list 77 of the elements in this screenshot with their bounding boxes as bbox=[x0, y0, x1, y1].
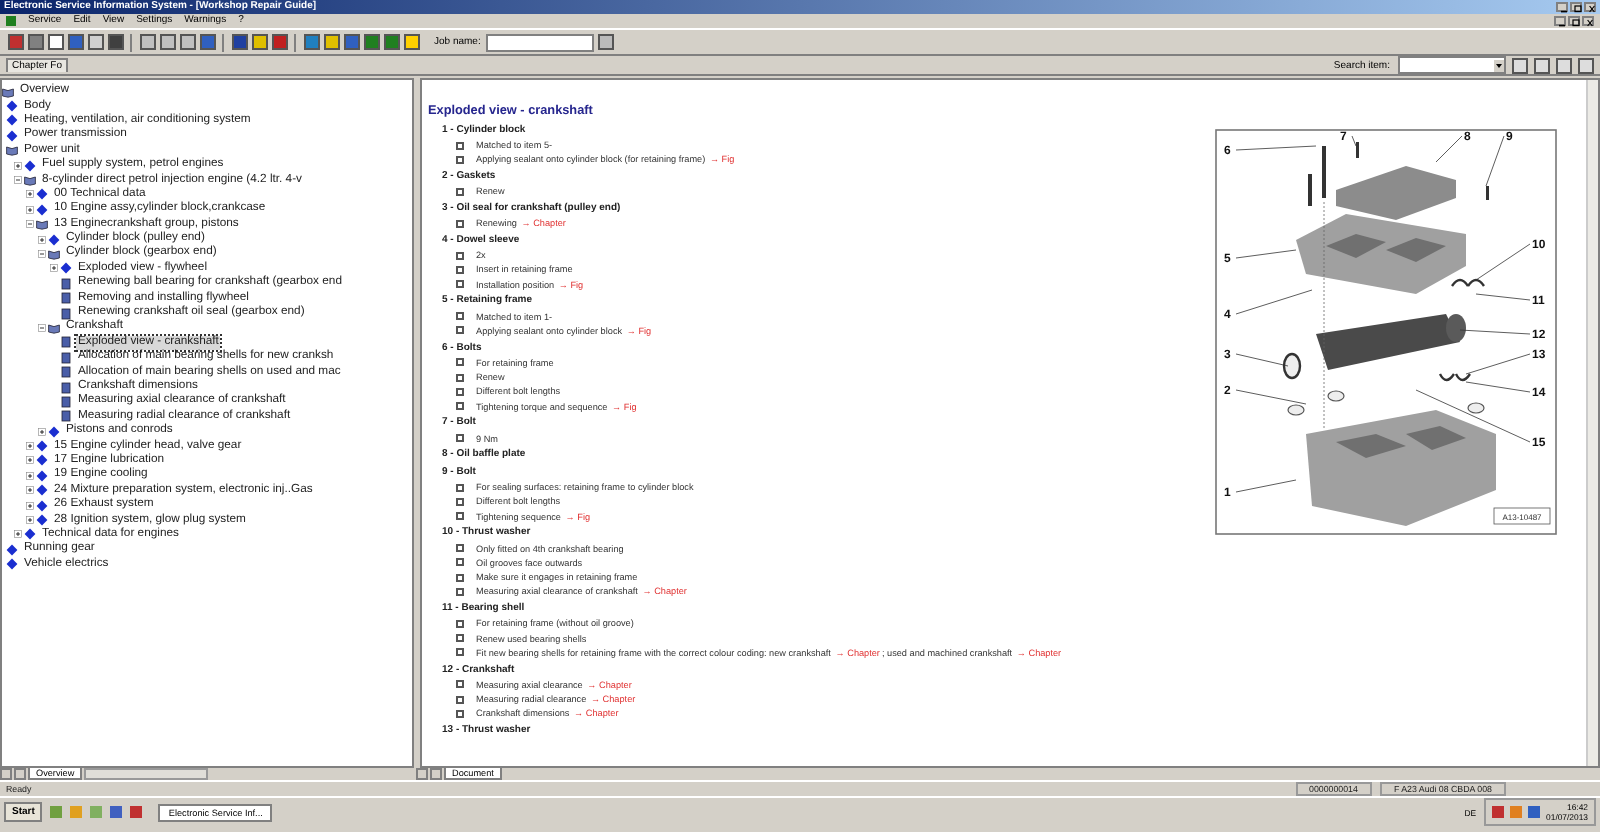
bullet-icon bbox=[456, 265, 464, 274]
open-book-icon bbox=[24, 174, 36, 187]
scroll-right-button[interactable] bbox=[14, 768, 26, 780]
expand-icon[interactable] bbox=[14, 530, 22, 539]
bullet-icon bbox=[456, 619, 464, 628]
expand-icon[interactable] bbox=[26, 516, 34, 525]
restore-button[interactable] bbox=[1568, 16, 1580, 26]
open-book-icon bbox=[2, 85, 14, 98]
leader-line bbox=[1235, 249, 1297, 259]
expand-icon[interactable] bbox=[38, 235, 46, 244]
app-icon bbox=[6, 16, 16, 26]
bullet-icon bbox=[456, 312, 464, 321]
bullet-icon bbox=[456, 634, 464, 643]
collapse-icon[interactable] bbox=[26, 220, 34, 229]
expand-icon[interactable] bbox=[26, 456, 34, 465]
scroll-bar[interactable] bbox=[1586, 80, 1598, 766]
expand-icon[interactable] bbox=[26, 486, 34, 495]
open-book-icon bbox=[48, 247, 60, 260]
scroll-right-button[interactable] bbox=[430, 768, 442, 780]
bullet-icon bbox=[456, 558, 464, 567]
bullet-icon bbox=[456, 497, 464, 506]
bullet-icon bbox=[456, 373, 464, 382]
leader-line bbox=[1235, 289, 1313, 315]
toolbar-button[interactable] bbox=[596, 33, 615, 51]
bullet-icon bbox=[456, 141, 464, 150]
bullet-icon bbox=[456, 358, 464, 367]
expand-icon[interactable] bbox=[26, 205, 34, 214]
leader-line bbox=[1235, 145, 1317, 151]
collapse-icon[interactable] bbox=[38, 323, 46, 332]
bullet-icon bbox=[456, 280, 464, 289]
diamond-icon bbox=[24, 159, 36, 172]
expand-icon[interactable] bbox=[50, 264, 58, 273]
scroll-left-button[interactable] bbox=[416, 768, 428, 780]
open-book-icon bbox=[36, 218, 48, 231]
bullet-icon bbox=[456, 695, 464, 704]
collapse-icon[interactable] bbox=[14, 176, 22, 185]
diamond-icon bbox=[48, 233, 60, 246]
expand-icon[interactable] bbox=[14, 161, 22, 170]
collapse-icon[interactable] bbox=[38, 249, 46, 258]
bullet-icon bbox=[456, 155, 464, 164]
leader-line bbox=[1235, 479, 1297, 493]
leader-line bbox=[1235, 389, 1307, 405]
bullet-icon bbox=[456, 544, 464, 553]
open-book-icon bbox=[48, 321, 60, 334]
bullet-icon bbox=[456, 402, 464, 411]
maximize-button[interactable] bbox=[1570, 2, 1582, 12]
search-field[interactable] bbox=[1398, 56, 1506, 74]
expand-icon[interactable] bbox=[26, 190, 34, 199]
bullet-icon bbox=[456, 219, 464, 228]
dropdown-arrow-icon[interactable] bbox=[1494, 59, 1504, 71]
bullet-icon bbox=[456, 709, 464, 718]
bullet-icon bbox=[456, 387, 464, 396]
close-button[interactable] bbox=[1584, 2, 1596, 12]
scroll-left-button[interactable] bbox=[0, 768, 12, 780]
expand-icon[interactable] bbox=[26, 471, 34, 480]
leader-line bbox=[1459, 329, 1531, 335]
leader-line bbox=[1435, 135, 1463, 163]
job-name-field[interactable] bbox=[486, 33, 595, 51]
leader-line bbox=[1475, 293, 1531, 301]
bullet-icon bbox=[456, 326, 464, 335]
expand-icon[interactable] bbox=[38, 427, 46, 436]
bullet-icon bbox=[456, 187, 464, 196]
minimize-button[interactable] bbox=[1556, 2, 1568, 12]
bullet-icon bbox=[456, 251, 464, 260]
scroll-bar[interactable] bbox=[84, 768, 209, 780]
bullet-icon bbox=[456, 587, 464, 596]
bullet-icon bbox=[456, 512, 464, 521]
bullet-icon bbox=[456, 434, 464, 443]
close-button[interactable] bbox=[1582, 16, 1594, 26]
minimize-button[interactable] bbox=[1554, 16, 1566, 26]
bullet-icon bbox=[456, 573, 464, 582]
expand-icon[interactable] bbox=[26, 442, 34, 451]
expand-icon[interactable] bbox=[26, 501, 34, 510]
bullet-icon bbox=[456, 680, 464, 689]
bullet-icon bbox=[456, 648, 464, 657]
diamond-icon bbox=[60, 262, 72, 275]
bullet-icon bbox=[456, 483, 464, 492]
